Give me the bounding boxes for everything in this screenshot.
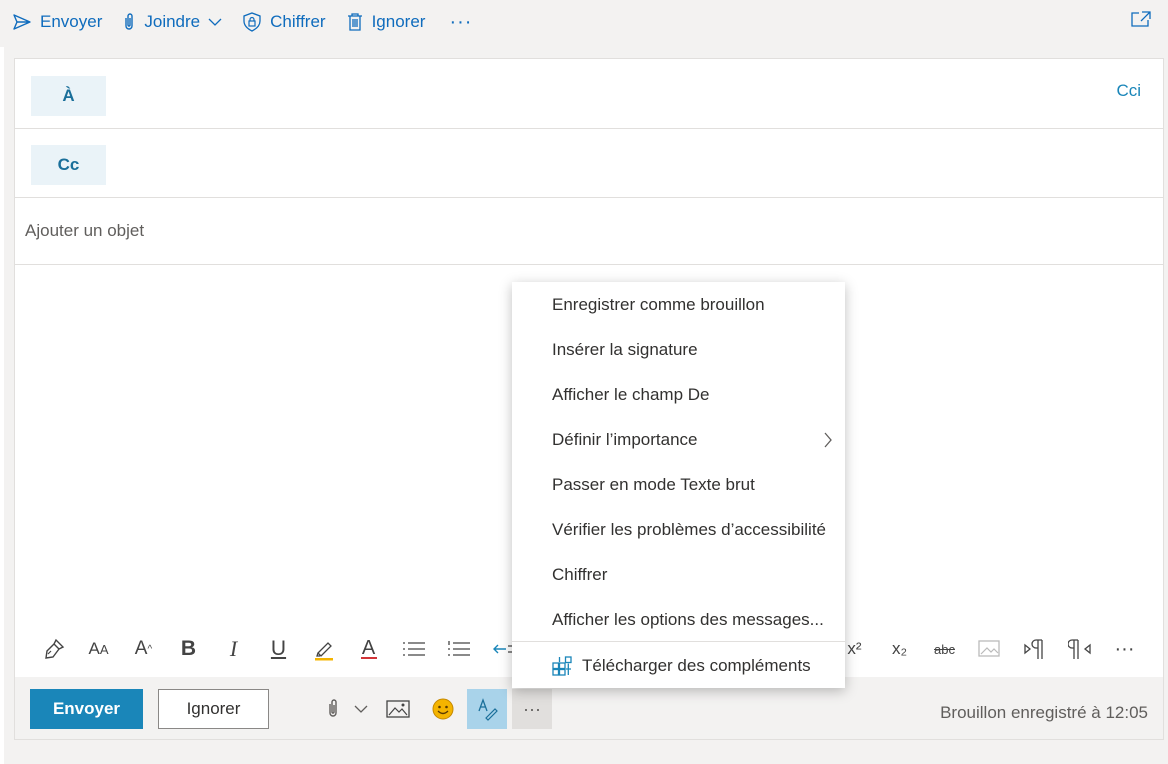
paperclip-icon: [125, 13, 134, 30]
menu-item-check-accessibility[interactable]: Vérifier les problèmes d’accessibilité: [552, 520, 826, 540]
attach-button[interactable]: [317, 689, 377, 729]
more-options-icon[interactable]: ···: [1102, 629, 1147, 669]
attach-command[interactable]: Joindre: [112, 2, 232, 42]
left-edge: [0, 47, 4, 764]
trash-icon: [347, 13, 362, 31]
more-commands-button[interactable]: ···: [435, 11, 486, 34]
underline-icon[interactable]: U: [256, 629, 301, 669]
menu-divider: [512, 641, 845, 642]
rtl-icon[interactable]: [1057, 629, 1102, 669]
discard-command-label: Ignorer: [371, 12, 426, 31]
subject-row[interactable]: Ajouter un objet: [15, 198, 1163, 265]
chevron-down-icon[interactable]: [354, 704, 368, 714]
font-color-letter: A: [361, 637, 376, 659]
insert-image-icon[interactable]: [378, 689, 418, 729]
menu-item-show-from[interactable]: Afficher le champ De: [552, 385, 709, 405]
draft-saved-status: Brouillon enregistré à 12:05: [940, 703, 1148, 722]
cc-row: Cc: [15, 129, 1163, 198]
font-color-icon[interactable]: A: [346, 629, 391, 669]
italic-icon[interactable]: I: [211, 629, 256, 669]
numbering-icon[interactable]: [436, 629, 481, 669]
encrypt-command[interactable]: Chiffrer: [232, 2, 335, 42]
paperclip-icon: [329, 699, 337, 717]
editor-icon[interactable]: [467, 689, 507, 729]
bcc-link[interactable]: Cci: [1116, 81, 1141, 101]
emoji-icon[interactable]: [423, 689, 463, 729]
format-painter-icon[interactable]: [31, 629, 76, 669]
subject-input[interactable]: Ajouter un objet: [25, 221, 144, 241]
send-icon: [13, 14, 31, 30]
menu-item-save-draft[interactable]: Enregistrer comme brouillon: [552, 295, 765, 315]
more-actions-menu: Enregistrer comme brouillon Insérer la s…: [512, 282, 845, 688]
command-bar: Envoyer Joindre Chiffrer Ignorer ···: [0, 0, 1168, 44]
send-command[interactable]: Envoyer: [2, 2, 112, 42]
send-command-label: Envoyer: [40, 12, 103, 31]
menu-item-get-addins[interactable]: Télécharger des compléments: [552, 656, 811, 676]
bold-icon[interactable]: B: [166, 629, 211, 669]
font-size-icon[interactable]: AA: [76, 629, 121, 669]
menu-item-message-options[interactable]: Afficher les options des messages...: [552, 610, 824, 630]
send-button[interactable]: Envoyer: [30, 689, 143, 729]
subscript-icon[interactable]: x₂: [877, 629, 922, 669]
menu-item-get-addins-label: Télécharger des compléments: [582, 656, 811, 675]
encrypt-command-label: Chiffrer: [270, 12, 326, 31]
chevron-down-icon[interactable]: [208, 17, 222, 27]
menu-item-encrypt[interactable]: Chiffrer: [552, 565, 607, 585]
menu-item-set-importance[interactable]: Définir l’importance: [552, 430, 698, 450]
discard-command[interactable]: Ignorer: [336, 2, 436, 42]
highlight-icon[interactable]: [301, 629, 346, 669]
attach-command-label: Joindre: [144, 12, 201, 31]
menu-item-plain-text[interactable]: Passer en mode Texte brut: [552, 475, 755, 495]
popout-icon[interactable]: [1130, 10, 1152, 33]
discard-button[interactable]: Ignorer: [158, 689, 269, 729]
grow-font-icon[interactable]: A ^: [121, 629, 166, 669]
to-row: À Cci: [15, 59, 1163, 129]
to-button[interactable]: À: [31, 76, 106, 116]
bullets-icon[interactable]: [391, 629, 436, 669]
ltr-icon[interactable]: [1012, 629, 1057, 669]
addins-grid-icon: [552, 656, 572, 676]
shield-lock-icon: [243, 12, 261, 32]
strikethrough-icon[interactable]: abc: [922, 629, 967, 669]
font-color-swatch: [360, 657, 377, 659]
chevron-right-icon: [824, 432, 832, 448]
insert-picture-icon[interactable]: [967, 629, 1012, 669]
menu-item-insert-signature[interactable]: Insérer la signature: [552, 340, 698, 360]
cc-button[interactable]: Cc: [31, 145, 106, 185]
more-actions-button[interactable]: ···: [512, 689, 552, 729]
